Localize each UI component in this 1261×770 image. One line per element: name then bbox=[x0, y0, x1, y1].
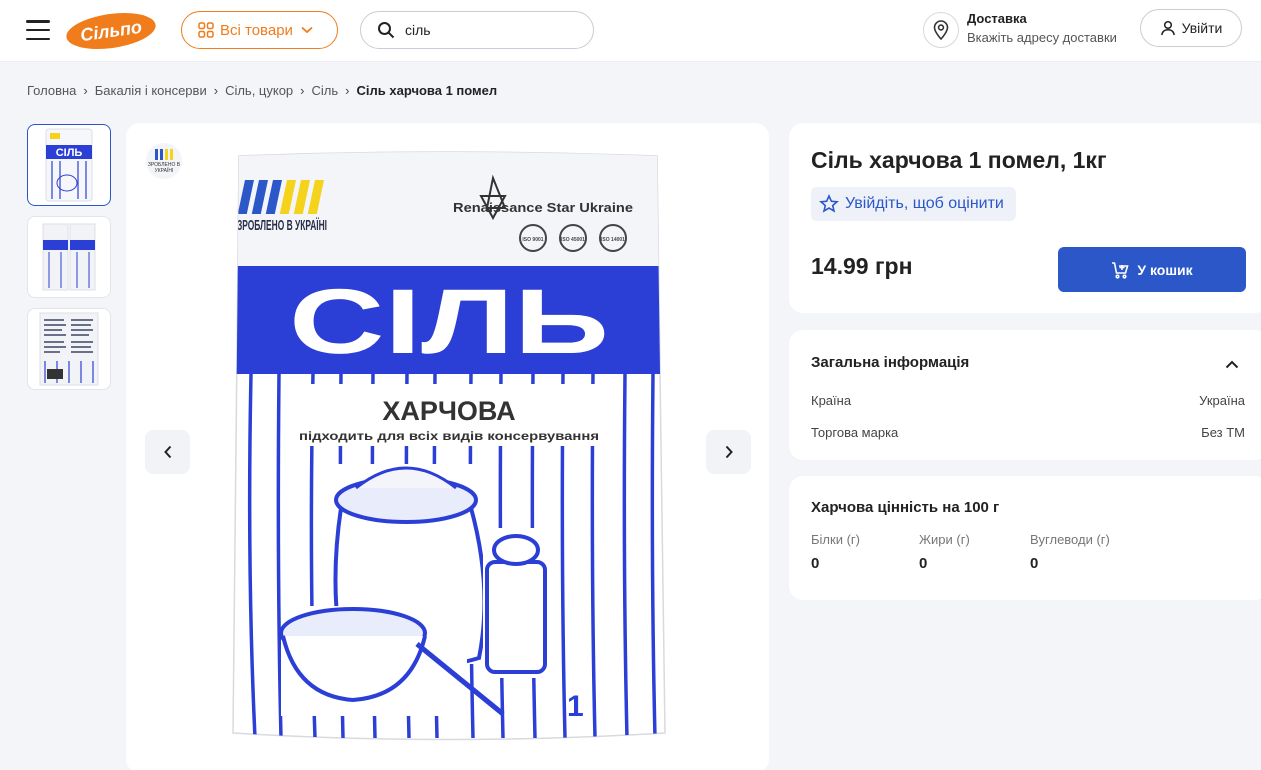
delivery-title: Доставка bbox=[967, 11, 1027, 26]
nutrition-value: 0 bbox=[1030, 555, 1039, 572]
info-value: Без ТМ bbox=[1201, 425, 1245, 440]
nutrition-value: 0 bbox=[811, 555, 820, 572]
package-number: 1 bbox=[567, 690, 584, 723]
general-info-title: Загальна інформація bbox=[811, 354, 970, 371]
cart-plus-icon bbox=[1112, 261, 1129, 279]
menu-icon[interactable] bbox=[26, 20, 50, 40]
product-thumbnail-3[interactable] bbox=[27, 308, 111, 390]
brand-name: Renaissance Star Ukraine bbox=[453, 200, 633, 215]
nutrition-protein: Білки (г) 0 bbox=[811, 532, 860, 572]
location-pin-icon bbox=[933, 20, 949, 40]
login-label: Увійти bbox=[1181, 20, 1223, 36]
nutrition-key: Вуглеводи (г) bbox=[1030, 532, 1110, 547]
rate-login-button[interactable]: Увійдіть, щоб оцінити bbox=[811, 187, 1016, 221]
all-products-button[interactable]: Всі товари bbox=[181, 11, 338, 49]
info-key: Торгова марка bbox=[811, 425, 899, 440]
add-to-cart-button[interactable]: У кошик bbox=[1058, 247, 1246, 292]
add-to-cart-label: У кошик bbox=[1137, 261, 1193, 278]
breadcrumb: Головна › Бакалія і консерви › Сіль, цук… bbox=[27, 83, 497, 98]
svg-text:ISO 14001: ISO 14001 bbox=[601, 237, 625, 243]
breadcrumb-home[interactable]: Головна bbox=[27, 83, 76, 98]
user-icon bbox=[1160, 20, 1175, 36]
collapse-button[interactable] bbox=[1225, 356, 1239, 374]
delivery-subtitle: Вкажіть адресу доставки bbox=[967, 30, 1117, 45]
grid-icon bbox=[198, 22, 214, 38]
product-title: Сіль харчова 1 помел, 1кг bbox=[811, 147, 1107, 173]
next-image-button[interactable] bbox=[706, 430, 751, 474]
search-box[interactable] bbox=[360, 11, 594, 49]
product-info-card: Сіль харчова 1 помел, 1кг Увійдіть, щоб … bbox=[789, 123, 1261, 313]
search-input[interactable] bbox=[405, 22, 575, 38]
all-products-label: Всі товари bbox=[220, 21, 293, 39]
info-row-country: Країна Україна bbox=[811, 393, 1245, 408]
breadcrumb-salt[interactable]: Сіль bbox=[312, 83, 339, 98]
general-info-card: Загальна інформація Країна Україна Торго… bbox=[789, 330, 1261, 460]
nutrition-title: Харчова цінність на 100 г bbox=[811, 499, 1000, 516]
product-gallery: ЗРОБЛЕНО В УКРАЇНІ ЗРОБЛЕНО В УКРАЇНІ Re… bbox=[126, 123, 769, 770]
nutrition-carbs: Вуглеводи (г) 0 bbox=[1030, 532, 1110, 572]
star-icon bbox=[819, 194, 839, 213]
delivery-address[interactable]: Доставка Вкажіть адресу доставки bbox=[967, 11, 1117, 45]
chevron-right-icon bbox=[725, 445, 733, 459]
info-value: Україна bbox=[1199, 393, 1245, 408]
chevron-right-icon: › bbox=[300, 83, 305, 98]
chevron-up-icon bbox=[1225, 360, 1239, 369]
nutrition-fat: Жири (г) 0 bbox=[919, 532, 970, 572]
product-thumbnail-2[interactable] bbox=[27, 216, 111, 298]
breadcrumb-current: Сіль харчова 1 помел bbox=[356, 83, 498, 98]
nutrition-value: 0 bbox=[919, 555, 928, 572]
product-image: ЗРОБЛЕНО В УКРАЇНІ Renaissance Star Ukra… bbox=[232, 151, 666, 741]
chevron-down-icon bbox=[301, 26, 313, 34]
nutrition-key: Білки (г) bbox=[811, 532, 860, 547]
chevron-left-icon bbox=[163, 445, 171, 459]
product-price: 14.99 грн bbox=[811, 253, 913, 279]
header: Сільпо Всі товари Доставка Вкажіть адрес… bbox=[0, 0, 1261, 62]
login-button[interactable]: Увійти bbox=[1140, 9, 1242, 47]
nutrition-key: Жири (г) bbox=[919, 532, 970, 547]
package-tagline: підходить для всіх видів консервування bbox=[299, 429, 599, 443]
info-key: Країна bbox=[811, 393, 852, 408]
chevron-right-icon: › bbox=[83, 83, 88, 98]
package-side-thumb bbox=[42, 223, 96, 291]
svg-text:ISO 45001: ISO 45001 bbox=[561, 237, 585, 243]
svg-text:СІЛЬ: СІЛЬ bbox=[56, 147, 83, 159]
product-thumbnail-1[interactable]: СІЛЬ bbox=[27, 124, 111, 206]
package-front-thumb: СІЛЬ bbox=[45, 128, 93, 202]
search-icon bbox=[378, 22, 395, 39]
made-in-ukraine-badge: ЗРОБЛЕНО В УКРАЇНІ bbox=[146, 143, 182, 179]
chevron-right-icon: › bbox=[345, 83, 350, 98]
prev-image-button[interactable] bbox=[145, 430, 190, 474]
breadcrumb-salt-sugar[interactable]: Сіль, цукор bbox=[225, 83, 293, 98]
location-button[interactable] bbox=[923, 12, 959, 48]
chevron-right-icon: › bbox=[213, 83, 219, 98]
breadcrumb-grocery[interactable]: Бакалія і консерви bbox=[95, 83, 207, 98]
silpo-logo[interactable]: Сільпо bbox=[64, 10, 158, 50]
package-subtitle: ХАРЧОВА bbox=[382, 396, 515, 426]
package-big-word: СІЛЬ bbox=[289, 271, 609, 373]
svg-text:ISO 9001: ISO 9001 bbox=[522, 237, 543, 243]
info-row-brand: Торгова марка Без ТМ bbox=[811, 425, 1245, 440]
nutrition-card: Харчова цінність на 100 г Білки (г) 0 Жи… bbox=[789, 476, 1261, 600]
made-in-ua-line1: ЗРОБЛЕНО В УКРАЇНІ bbox=[237, 217, 327, 234]
package-back-thumb bbox=[39, 312, 99, 386]
rate-login-label: Увійдіть, щоб оцінити bbox=[845, 195, 1004, 212]
